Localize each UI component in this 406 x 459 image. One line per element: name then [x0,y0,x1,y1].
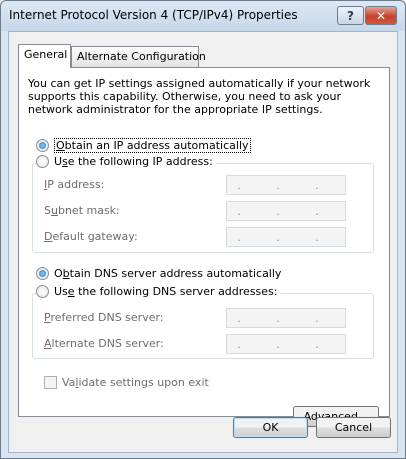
tab-label: Alternate Configuration [77,50,206,63]
properties-dialog: Internet Protocol Version 4 (TCP/IPv4) P… [0,0,406,459]
radio-label: Use the following DNS server addresses: [54,285,278,298]
alternate-dns-input[interactable]: . . . [226,334,346,354]
validate-settings-checkbox[interactable]: Validate settings upon exit [44,376,209,389]
help-icon: ? [347,8,354,23]
intro-text: You can get IP settings assigned automat… [28,77,371,116]
close-icon: ✕ [375,8,387,23]
window-title: Internet Protocol Version 4 (TCP/IPv4) P… [9,8,298,22]
subnet-mask-label: Subnet mask: [44,204,120,217]
radio-button[interactable] [36,155,49,168]
obtain-ip-automatically-radio[interactable]: Obtain an IP address automatically [36,138,251,153]
tab-label: General [24,48,68,61]
help-button[interactable]: ? [337,6,364,25]
radio-label: Obtain DNS server address automatically [54,267,282,280]
radio-button[interactable] [36,139,49,152]
preferred-dns-input[interactable]: . . . [226,308,346,328]
ok-button-label: OK [262,421,279,434]
radio-button[interactable] [36,267,49,280]
cancel-button-label: Cancel [334,421,373,434]
close-button[interactable]: ✕ [365,6,397,25]
tab-general[interactable]: General [18,44,71,68]
default-gateway-input[interactable]: . . . [226,227,346,247]
obtain-dns-automatically-radio[interactable]: Obtain DNS server address automatically [36,267,281,280]
tab-alternate-configuration[interactable]: Alternate Configuration [71,46,206,67]
title-bar[interactable]: Internet Protocol Version 4 (TCP/IPv4) P… [1,1,405,31]
preferred-dns-label: Preferred DNS server: [44,311,164,324]
default-gateway-label: Default gateway: [44,230,138,243]
ok-button[interactable]: OK [233,417,308,438]
radio-button[interactable] [36,285,49,298]
general-panel: You can get IP settings assigned automat… [18,67,390,417]
subnet-mask-input[interactable]: . . . [226,201,346,221]
use-following-dns-radio[interactable]: Use the following DNS server addresses: [36,285,281,298]
ip-address-input[interactable]: . . . [226,175,346,195]
checkbox-label: Validate settings upon exit [62,376,209,389]
dialog-body: General Alternate Configuration You can … [8,31,398,453]
cancel-button[interactable]: Cancel [316,417,391,438]
checkbox-box[interactable] [44,376,57,389]
alternate-dns-label: Alternate DNS server: [44,337,164,350]
ip-address-label: IP address: [44,178,105,191]
radio-label: Obtain an IP address automatically [54,138,251,153]
radio-label: Use the following IP address: [54,155,213,168]
use-following-ip-radio[interactable]: Use the following IP address: [36,155,216,168]
